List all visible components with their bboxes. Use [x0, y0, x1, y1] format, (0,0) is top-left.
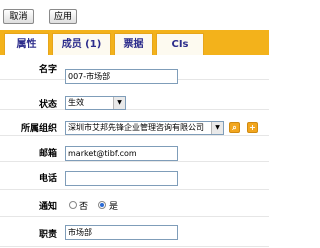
notify-label: 通知 — [38, 202, 57, 212]
org-select[interactable]: 深圳市艾邦先锋企业管理咨询有限公司 ▼ — [65, 121, 224, 135]
email-input[interactable]: market@tibf.com — [65, 146, 178, 161]
title-input[interactable]: 市场部 — [65, 225, 178, 240]
status-select[interactable]: 生效 ▼ — [65, 96, 126, 110]
notify-yes-radio[interactable] — [98, 201, 106, 209]
notify-no-radio[interactable] — [69, 201, 77, 209]
phone-row: 电话 — [0, 161, 269, 190]
name-row: 名字 007-市场部 — [0, 55, 269, 84]
phone-label: 电话 — [38, 174, 57, 184]
org-row: 所属组织 深圳市艾邦先锋企业管理咨询有限公司 ▼ ⌕ + — [0, 109, 269, 136]
tab-properties[interactable]: 属性 — [4, 33, 49, 56]
chevron-down-icon: ▼ — [113, 97, 125, 109]
properties-panel: 名字 007-市场部 状态 生效 ▼ 所属组织 深圳市艾邦先锋企业管理咨询有限公… — [0, 55, 269, 248]
tab-cis[interactable]: CIs — [156, 33, 204, 55]
notify-yes-label: 是 — [109, 202, 119, 212]
cancel-button[interactable]: 取消 — [3, 9, 34, 24]
tab-tickets[interactable]: 票据 — [114, 33, 153, 55]
title-label: 职责 — [38, 230, 57, 240]
email-row: 邮箱 market@tibf.com — [0, 135, 269, 162]
email-label: 邮箱 — [38, 149, 57, 159]
search-org-icon[interactable]: ⌕ — [229, 122, 240, 133]
org-select-value: 深圳市艾邦先锋企业管理咨询有限公司 — [68, 123, 204, 132]
phone-input[interactable] — [65, 171, 178, 186]
tab-members[interactable]: 成员 (1) — [52, 33, 111, 55]
name-label: 名字 — [38, 65, 57, 75]
add-org-icon[interactable]: + — [247, 122, 258, 133]
notify-row: 通知 否 是 — [0, 189, 269, 217]
toolbar: 取消 应用 — [0, 0, 269, 30]
status-select-value: 生效 — [68, 98, 84, 107]
notify-no-label: 否 — [79, 202, 89, 212]
title-row: 职责 市场部 — [0, 216, 269, 247]
apply-button[interactable]: 应用 — [49, 9, 77, 24]
chevron-down-icon: ▼ — [211, 122, 223, 134]
org-label: 所属组织 — [20, 124, 57, 134]
status-row: 状态 生效 ▼ — [0, 79, 269, 110]
tab-bar: 属性 成员 (1) 票据 CIs — [0, 30, 269, 56]
